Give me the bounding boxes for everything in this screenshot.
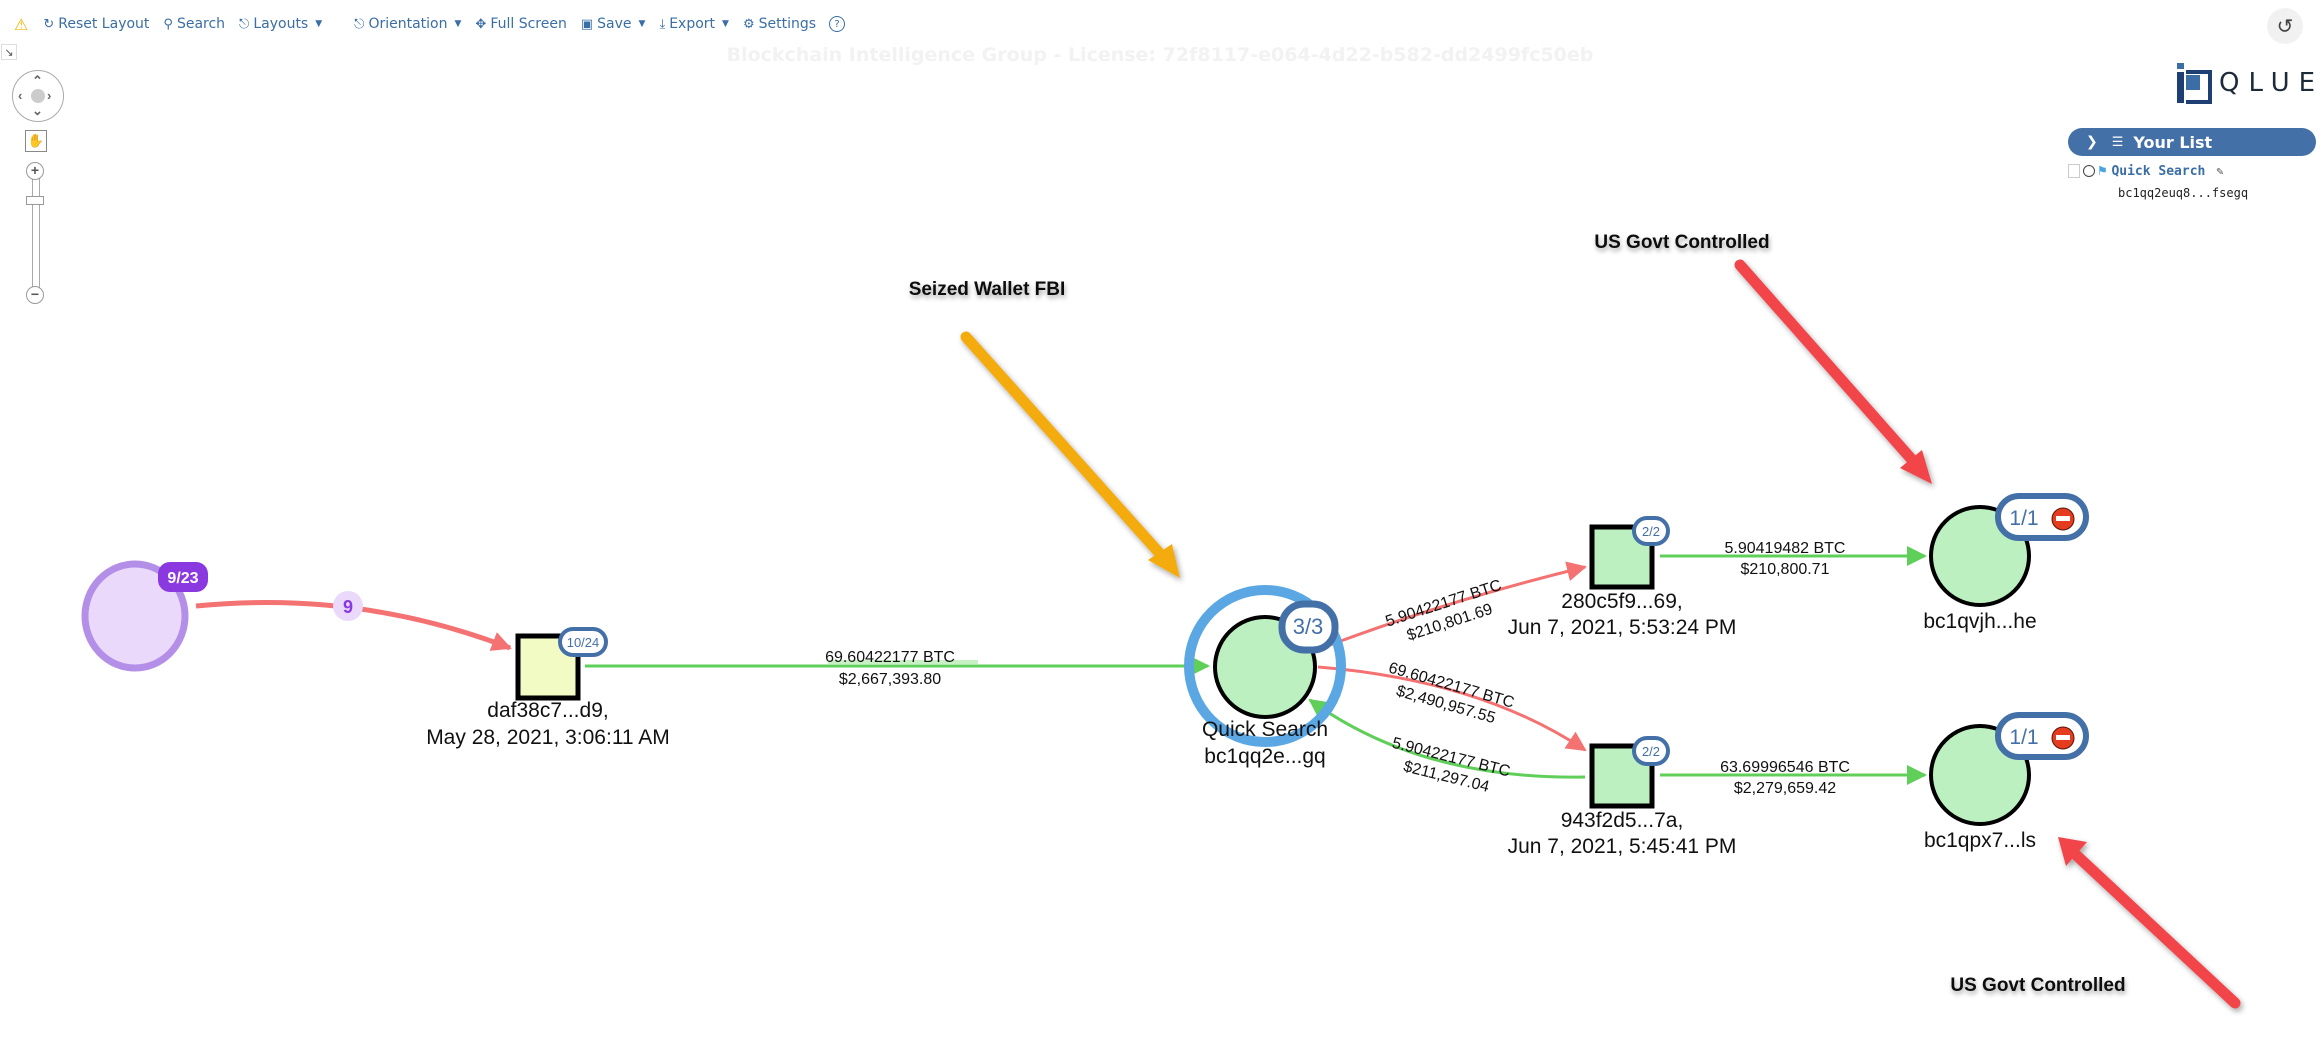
transaction-node-daf38c7[interactable]: 10/24 daf38c7...d9, May 28, 2021, 3:06:1… <box>426 627 670 749</box>
node-date-label: Jun 7, 2021, 5:45:41 PM <box>1508 835 1737 858</box>
edge-btc-label: 69.60422177 BTC <box>825 649 955 666</box>
node-badge-label: 1/1 <box>2009 507 2038 530</box>
edge-count-bubble[interactable]: 9 <box>333 591 363 621</box>
quick-search-address-node[interactable]: 3/3 Quick Search bc1qq2e...gq <box>1184 585 1346 768</box>
annotation-seized-wallet: Seized Wallet FBI <box>909 279 1066 300</box>
edge-usd-label: $2,279,659.42 <box>1734 780 1836 797</box>
node-id-label: 943f2d5...7a, <box>1561 809 1684 832</box>
node-name-label: Quick Search <box>1202 718 1328 741</box>
address-node-bc1qvjh[interactable]: 1/1 bc1qvjh...he <box>1923 493 2089 633</box>
edge-usd-label: $2,667,393.80 <box>839 671 941 688</box>
node-badge-label: 2/2 <box>1642 744 1660 759</box>
address-node-bc1qpx7[interactable]: 1/1 bc1qpx7...ls <box>1924 712 2089 852</box>
node-address-label: bc1qpx7...ls <box>1924 829 2036 852</box>
node-date-label: May 28, 2021, 3:06:11 AM <box>426 726 670 749</box>
cluster-badge-label: 9/23 <box>167 570 198 587</box>
annotation-arrow-yellow <box>960 331 1180 578</box>
minus-circle-icon[interactable] <box>2051 507 2075 531</box>
node-address-label: bc1qq2e...gq <box>1204 745 1325 768</box>
annotation-us-govt-2: US Govt Controlled <box>1950 975 2125 996</box>
node-id-label: daf38c7...d9, <box>487 699 608 722</box>
node-address-label: bc1qvjh...he <box>1923 610 2036 633</box>
node-badge-label: 1/1 <box>2009 726 2038 749</box>
transaction-node-943f2d5[interactable]: 2/2 943f2d5...7a, Jun 7, 2021, 5:45:41 P… <box>1508 736 1737 858</box>
node-date-label: Jun 7, 2021, 5:53:24 PM <box>1508 616 1737 639</box>
transaction-graph: 9 69.60422177 BTC $2,667,393.80 5.904221… <box>81 232 2241 1009</box>
node-badge-label: 2/2 <box>1642 524 1660 539</box>
node-badge-label: 10/24 <box>567 635 600 650</box>
node-id-label: 280c5f9...69, <box>1561 590 1682 613</box>
node-badge-label: 3/3 <box>1293 614 1324 639</box>
annotation-arrow-red-1 <box>1734 259 1932 484</box>
minus-circle-icon[interactable] <box>2051 726 2075 750</box>
edge-usd-label: $210,800.71 <box>1741 561 1830 578</box>
edge-btc-label: 5.90419482 BTC <box>1725 540 1846 557</box>
cluster-node[interactable]: 9/23 <box>81 560 208 672</box>
edge-btc-label: 63.69996546 BTC <box>1720 759 1850 776</box>
edge-count-label: 9 <box>343 597 353 617</box>
annotation-us-govt-1: US Govt Controlled <box>1594 232 1769 253</box>
